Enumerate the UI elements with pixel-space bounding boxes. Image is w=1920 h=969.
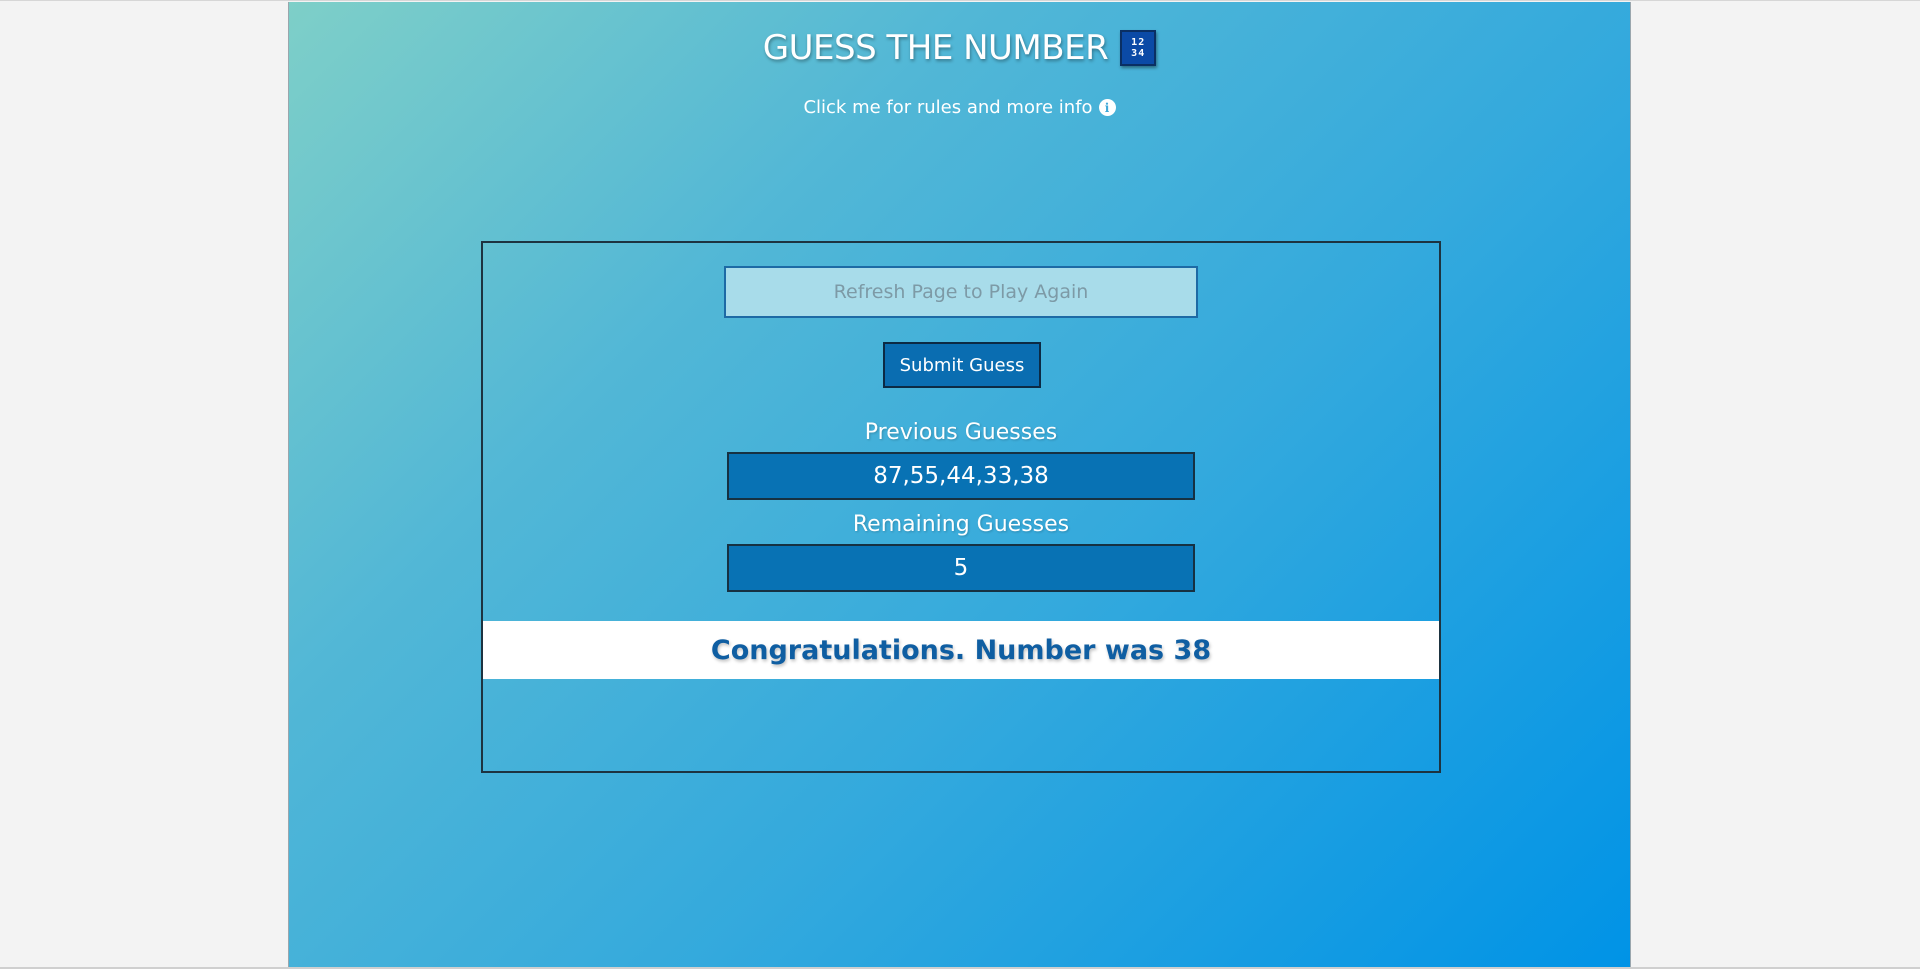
previous-guesses-label: Previous Guesses xyxy=(864,420,1058,445)
remaining-guesses-value: 5 xyxy=(727,544,1195,592)
header: GUESS THE NUMBER 12 34 xyxy=(289,28,1630,68)
guess-input[interactable] xyxy=(724,266,1198,318)
result-message: Congratulations. Number was 38 xyxy=(483,621,1439,679)
numbers-icon-top: 12 xyxy=(1131,37,1146,48)
game-panel: Submit Guess Previous Guesses 87,55,44,3… xyxy=(481,241,1441,773)
previous-guesses-value: 87,55,44,33,38 xyxy=(727,452,1195,500)
rules-info-label: Click me for rules and more info xyxy=(803,97,1093,118)
remaining-guesses-label: Remaining Guesses xyxy=(852,512,1070,537)
window-top-border xyxy=(0,0,1920,1)
rules-info-link[interactable]: Click me for rules and more info i xyxy=(289,97,1630,118)
numbers-icon-bottom: 34 xyxy=(1131,48,1146,59)
numbers-icon: 12 34 xyxy=(1120,30,1157,66)
info-icon: i xyxy=(1098,99,1116,116)
submit-guess-button[interactable]: Submit Guess xyxy=(883,342,1041,388)
page-title: GUESS THE NUMBER xyxy=(762,28,1109,68)
game-page: GUESS THE NUMBER 12 34 Click me for rule… xyxy=(288,2,1631,967)
